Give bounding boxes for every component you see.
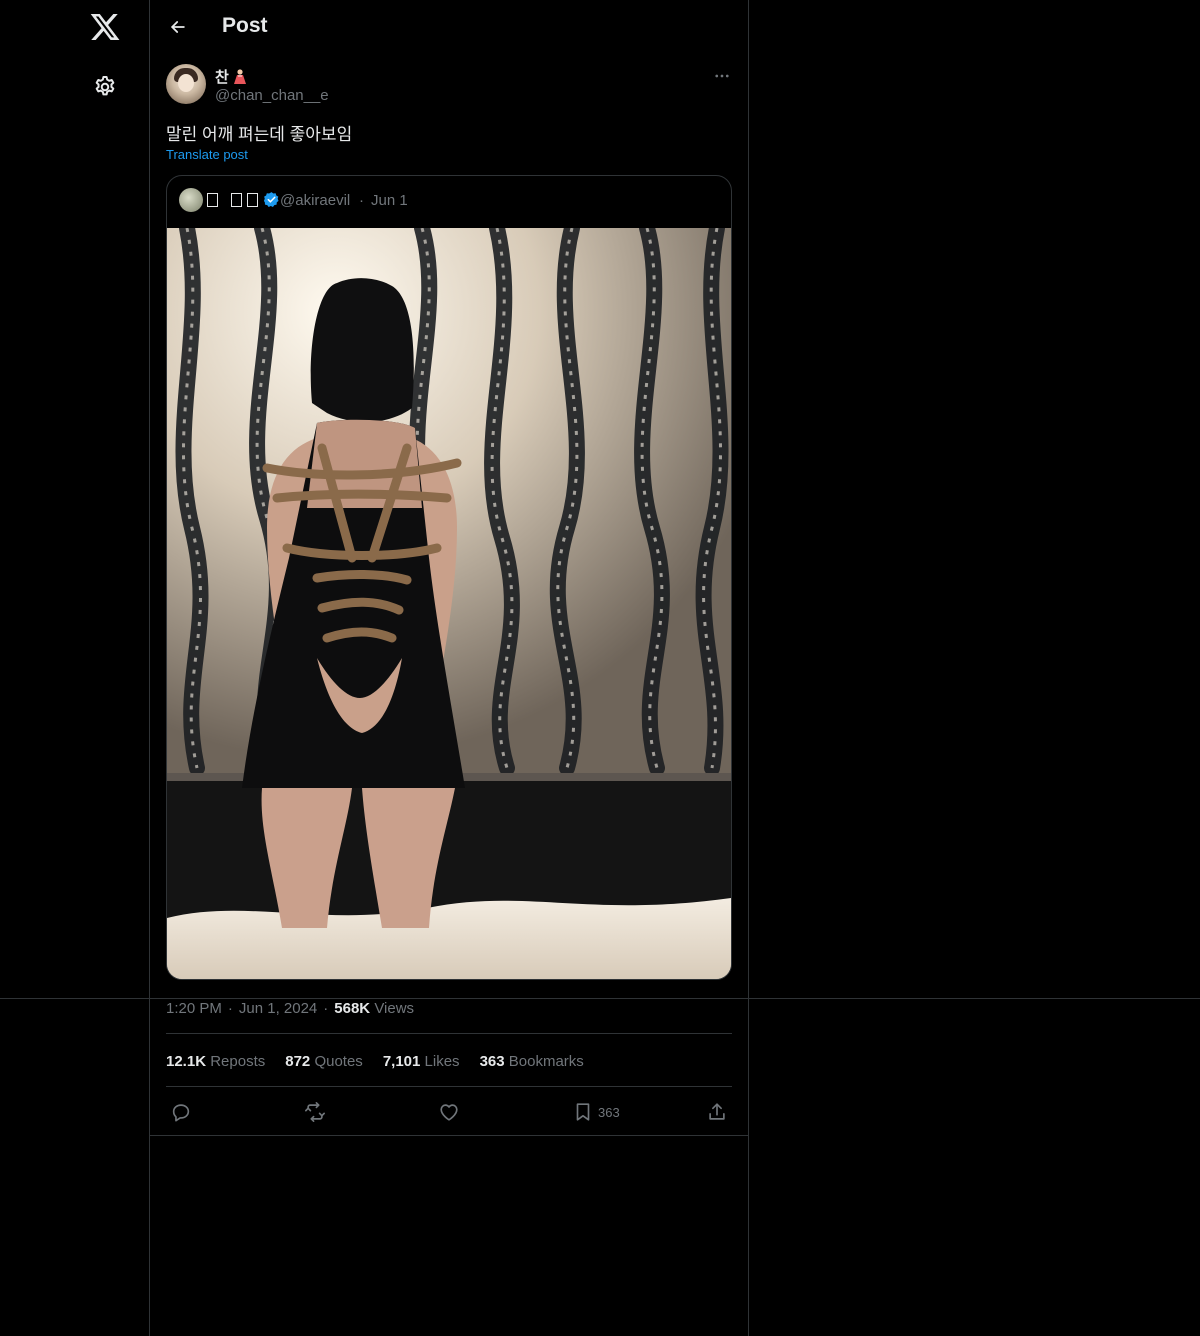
timestamp-separator-2: · xyxy=(323,1000,329,1017)
quotes-stat[interactable]: 872 Quotes xyxy=(285,1053,363,1070)
author-avatar[interactable] xyxy=(166,64,206,104)
likes-stat[interactable]: 7,101 Likes xyxy=(383,1053,460,1070)
quoted-author-avatar[interactable] xyxy=(179,188,203,212)
like-button[interactable] xyxy=(438,1100,460,1124)
post-text: 말린 어깨 펴는데 좋아보임 xyxy=(166,125,353,144)
left-sidebar xyxy=(0,0,149,1336)
bookmark-button[interactable]: 363 xyxy=(572,1100,620,1124)
stats-divider-top xyxy=(166,1033,732,1034)
settings-button[interactable] xyxy=(90,72,120,102)
translate-post-link[interactable]: Translate post xyxy=(166,147,248,162)
post-date[interactable]: Jun 1, 2024 xyxy=(239,1000,317,1017)
author-display-name[interactable]: 찬 xyxy=(215,66,229,87)
bookmarks-stat[interactable]: 363 Bookmarks xyxy=(480,1053,584,1070)
action-bar: 363 xyxy=(166,1097,732,1127)
engagement-stats: 12.1K Reposts 872 Quotes 7,101 Likes 363… xyxy=(166,1053,584,1070)
thread-divider xyxy=(150,1135,748,1136)
dress-emoji-icon xyxy=(233,68,247,85)
page-header: Post xyxy=(150,0,748,54)
reply-icon xyxy=(172,1104,190,1122)
quoted-post-photo[interactable] xyxy=(167,228,731,979)
share-button[interactable] xyxy=(706,1100,728,1124)
more-icon xyxy=(715,74,729,78)
quoted-date[interactable]: Jun 1 xyxy=(371,192,408,209)
back-button[interactable] xyxy=(164,13,192,41)
quoted-author-handle[interactable]: @akiraevil xyxy=(280,192,350,209)
author-name-row[interactable]: 찬 xyxy=(215,66,247,87)
x-logo-icon[interactable] xyxy=(89,11,121,43)
reposts-stat[interactable]: 12.1K Reposts xyxy=(166,1053,265,1070)
like-icon xyxy=(440,1104,458,1121)
share-icon xyxy=(709,1103,725,1120)
reply-button[interactable] xyxy=(170,1100,192,1124)
more-button[interactable] xyxy=(710,64,734,88)
views-label: Views xyxy=(374,1000,415,1017)
bookmark-count: 363 xyxy=(598,1104,620,1120)
post-time[interactable]: 1:20 PM xyxy=(166,1000,222,1017)
repost-icon xyxy=(305,1102,325,1122)
quoted-separator: · xyxy=(359,192,364,209)
quoted-post-card[interactable]: @akiraevil · Jun 1 xyxy=(166,175,732,980)
quoted-author-name[interactable] xyxy=(207,191,280,208)
author-handle[interactable]: @chan_chan__e xyxy=(215,87,329,104)
page-title: Post xyxy=(222,14,268,37)
post-timestamp-row: 1:20 PM · Jun 1, 2024 · 568K Views xyxy=(166,1000,414,1017)
timestamp-separator: · xyxy=(227,1000,233,1017)
back-arrow-icon xyxy=(171,21,185,33)
verified-icon xyxy=(263,191,280,208)
stats-divider-bottom xyxy=(166,1086,732,1087)
gear-icon xyxy=(95,76,115,96)
main-column: Post 찬 @chan_chan__e 말린 어깨 펴는데 좋아보임 Tran… xyxy=(149,0,749,1336)
views-count: 568K xyxy=(334,1000,371,1017)
repost-button[interactable] xyxy=(304,1100,326,1124)
bookmark-icon xyxy=(576,1103,590,1121)
